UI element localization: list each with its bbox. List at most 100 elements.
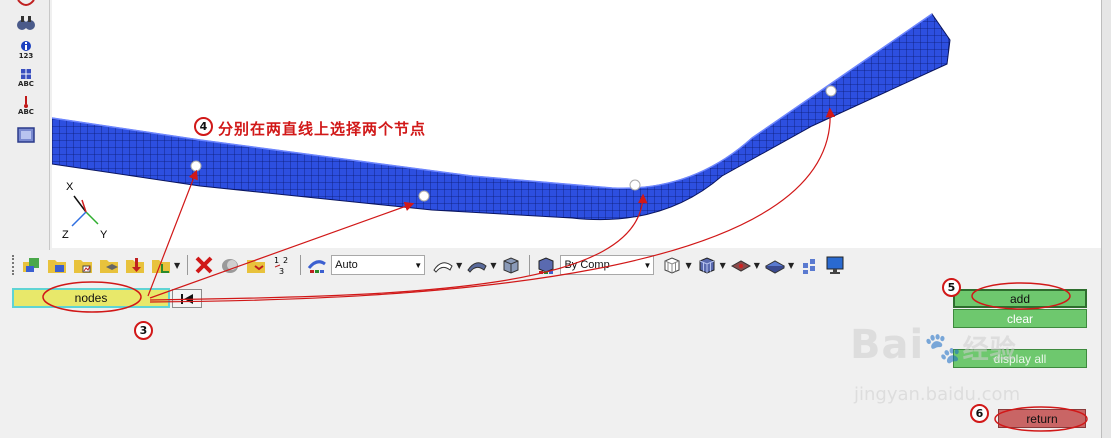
delete-button[interactable] bbox=[192, 253, 216, 277]
folder-transfer-button[interactable] bbox=[244, 253, 268, 277]
plane-red-button[interactable] bbox=[729, 253, 753, 277]
svg-text:1: 1 bbox=[274, 256, 279, 265]
chevron-down-icon[interactable]: ▼ bbox=[490, 261, 496, 270]
nodes-selector[interactable]: nodes bbox=[12, 288, 170, 308]
curved-shell-shaded-icon bbox=[467, 262, 487, 273]
triad-z-label: Z bbox=[62, 229, 69, 241]
color-cube-icon bbox=[538, 257, 554, 274]
color-mode-value: By Comp bbox=[564, 259, 610, 271]
marker-pin-icon bbox=[24, 96, 28, 108]
tiles-button[interactable] bbox=[797, 253, 821, 277]
add-button[interactable]: add bbox=[953, 289, 1087, 308]
skip-back-icon bbox=[181, 293, 193, 304]
node-marker-4 bbox=[825, 85, 837, 97]
reset-selection-button[interactable] bbox=[172, 289, 202, 308]
chevron-down-icon[interactable]: ▼ bbox=[754, 261, 760, 270]
folder-system-button[interactable] bbox=[149, 253, 173, 277]
abc-grid-tool[interactable]: ABC bbox=[14, 68, 38, 88]
renumber-button[interactable]: 12 3 bbox=[270, 253, 294, 277]
component-color-button[interactable] bbox=[19, 253, 43, 277]
step-3-number: 3 bbox=[139, 324, 148, 337]
return-button-label: return bbox=[1026, 411, 1058, 426]
folder-transfer-icon bbox=[247, 260, 266, 273]
right-scroll-edge[interactable] bbox=[1101, 0, 1111, 438]
watermark-logo-text: Bai bbox=[850, 322, 925, 368]
svg-text:3: 3 bbox=[279, 267, 284, 276]
plane-blue-icon bbox=[764, 260, 785, 274]
node-marker-3 bbox=[629, 179, 641, 191]
chevron-down-icon: ▼ bbox=[414, 260, 423, 270]
mesh-mode-value: Auto bbox=[335, 259, 358, 271]
solid-box-button[interactable] bbox=[499, 253, 523, 277]
chevron-down-icon[interactable]: ▼ bbox=[174, 261, 180, 270]
folder-load-button[interactable] bbox=[123, 253, 147, 277]
view-frame-tool[interactable] bbox=[14, 126, 38, 144]
folder-chart-icon bbox=[74, 260, 92, 273]
step-4-number: 4 bbox=[199, 120, 208, 133]
frame-icon bbox=[17, 127, 35, 143]
chevron-down-icon[interactable]: ▼ bbox=[685, 261, 691, 270]
toolbar-grip[interactable] bbox=[12, 255, 15, 275]
numbers-tool[interactable]: 123 bbox=[14, 40, 38, 60]
shaded-shell-button[interactable] bbox=[465, 253, 489, 277]
clear-button[interactable]: clear bbox=[953, 309, 1087, 328]
mask-icon bbox=[222, 259, 239, 273]
solid-box-icon bbox=[503, 257, 519, 274]
find-tool[interactable] bbox=[14, 14, 38, 32]
step-3-badge: 3 bbox=[134, 321, 153, 340]
mesh-mode-select[interactable]: Auto ▼ bbox=[331, 255, 426, 275]
left-tool-column: 123 ABC ABC bbox=[0, 0, 50, 250]
step-6-number: 6 bbox=[975, 407, 984, 420]
toolbar-divider bbox=[300, 255, 302, 275]
tiles-icon bbox=[803, 259, 816, 274]
abc-marker-tool[interactable]: ABC bbox=[14, 96, 38, 116]
mesh-style-button[interactable] bbox=[305, 253, 329, 277]
display-all-button[interactable]: display all bbox=[953, 349, 1087, 368]
step-5-number: 5 bbox=[947, 281, 956, 294]
color-mode-select[interactable]: By Comp ▼ bbox=[560, 255, 655, 275]
monitor-icon bbox=[826, 256, 844, 274]
partial-icon bbox=[17, 0, 35, 6]
folder-layers-icon bbox=[100, 260, 118, 273]
renumber-icon: 1 2 3 bbox=[274, 256, 288, 276]
node-marker-1 bbox=[190, 160, 202, 172]
mask-button[interactable] bbox=[218, 253, 242, 277]
tool-top-partial[interactable] bbox=[14, 0, 38, 8]
wireframe-shell-button[interactable] bbox=[431, 253, 455, 277]
step-4-badge: 4 bbox=[194, 117, 213, 136]
folder-system-icon bbox=[152, 260, 170, 273]
curved-shell-outline-icon bbox=[433, 262, 453, 273]
chevron-down-icon[interactable]: ▼ bbox=[720, 261, 726, 270]
component-cubes-icon bbox=[23, 258, 39, 272]
abc-label-2: ABC bbox=[18, 108, 34, 116]
wire-cube-button[interactable] bbox=[660, 253, 684, 277]
triad-x-label: X bbox=[66, 181, 74, 193]
instruction-note: 分别在两直线上选择两个节点 bbox=[218, 120, 427, 138]
color-mode-button[interactable] bbox=[534, 253, 558, 277]
tube-mesh bbox=[52, 13, 951, 221]
step-5-badge: 5 bbox=[942, 278, 961, 297]
clear-button-label: clear bbox=[1006, 311, 1033, 326]
display-all-label: display all bbox=[993, 351, 1047, 366]
abc-label-1: ABC bbox=[18, 80, 34, 88]
folder-mesh-icon bbox=[48, 260, 66, 273]
binoculars-icon bbox=[17, 16, 35, 30]
folder-chart-button[interactable] bbox=[71, 253, 95, 277]
svg-text:2: 2 bbox=[283, 256, 288, 265]
folder-layers-button[interactable] bbox=[97, 253, 121, 277]
grid-icon bbox=[21, 69, 31, 79]
mesh-cube-button[interactable] bbox=[695, 253, 719, 277]
chevron-down-icon: ▼ bbox=[643, 260, 652, 270]
return-button[interactable]: return bbox=[998, 409, 1086, 428]
mesh-style-icon bbox=[307, 260, 327, 273]
wire-cube-icon bbox=[664, 257, 680, 274]
chevron-down-icon[interactable]: ▼ bbox=[456, 261, 462, 270]
folder-load-icon bbox=[126, 258, 144, 273]
info-icon bbox=[21, 41, 31, 51]
monitor-button[interactable] bbox=[823, 253, 847, 277]
toolbar-divider bbox=[187, 255, 189, 275]
chevron-down-icon[interactable]: ▼ bbox=[788, 261, 794, 270]
plane-blue-button[interactable] bbox=[763, 253, 787, 277]
axis-triad: X Y Z bbox=[62, 181, 108, 241]
folder-mesh-button[interactable] bbox=[45, 253, 69, 277]
